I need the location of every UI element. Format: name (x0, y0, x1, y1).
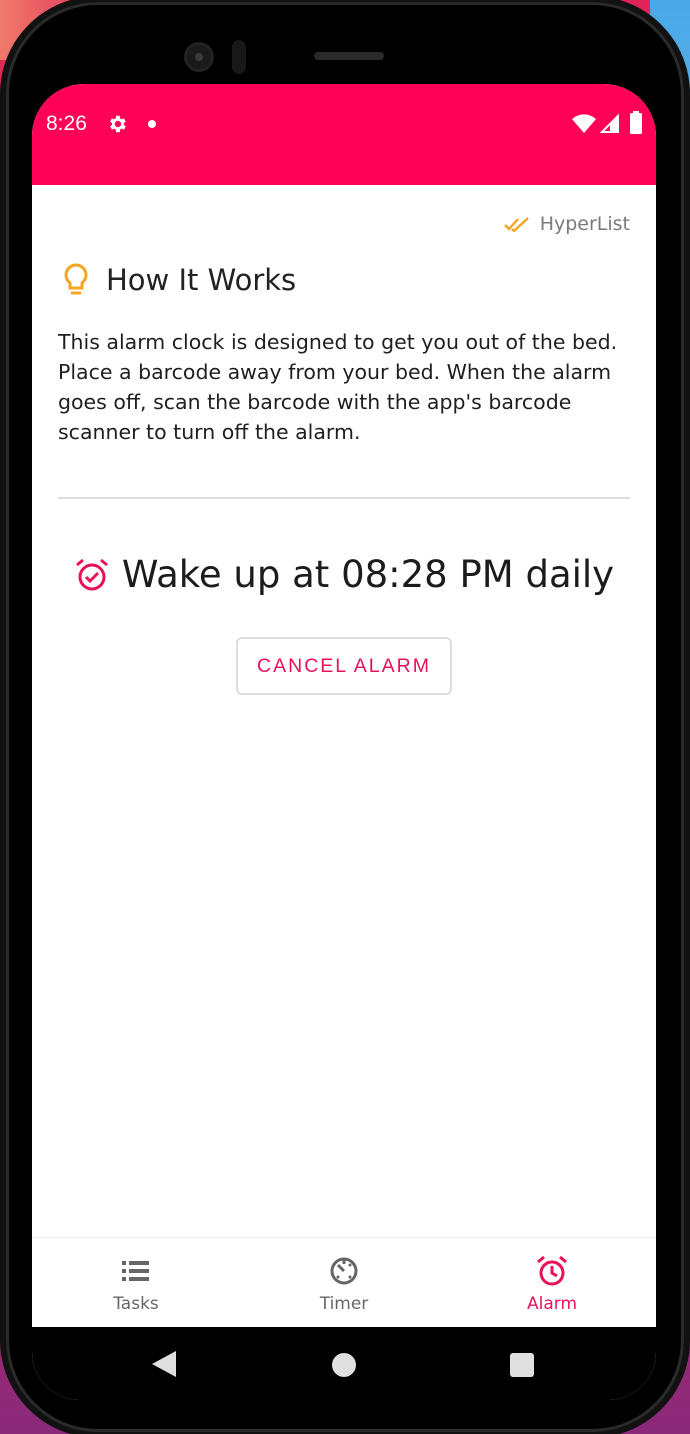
nav-item-timer[interactable]: Timer (240, 1238, 448, 1327)
alarm-screen-content: HyperList How It Works This alarm clock … (32, 185, 656, 1237)
alarm-time-text: Wake up at 08:28 PM daily (121, 553, 615, 596)
settings-gear-icon (110, 115, 126, 133)
nav-label-tasks: Tasks (113, 1294, 159, 1314)
alarm-icon (537, 1255, 567, 1286)
phone-frame: 8:26 HyperList How It Works This alarm c… (6, 2, 684, 1432)
cell-signal-icon (600, 114, 619, 133)
notification-dot-icon (148, 120, 156, 128)
recent-apps-icon[interactable] (510, 1353, 534, 1377)
front-camera (184, 42, 214, 72)
how-it-works-header: How It Works (62, 263, 296, 297)
double-check-icon (503, 217, 529, 232)
bottom-navigation: Tasks Timer Alarm (32, 1237, 656, 1327)
battery-icon (630, 111, 642, 134)
nav-item-alarm[interactable]: Alarm (448, 1238, 656, 1327)
brand-badge: HyperList (503, 213, 630, 235)
back-icon[interactable] (152, 1351, 176, 1377)
nav-item-tasks[interactable]: Tasks (32, 1238, 240, 1327)
nav-label-alarm: Alarm (526, 1294, 578, 1314)
cancel-alarm-button[interactable]: CANCEL ALARM (236, 637, 452, 695)
nav-label-timer: Timer (319, 1294, 369, 1314)
proximity-sensor (232, 40, 246, 74)
list-icon (122, 1261, 149, 1281)
timer-icon (330, 1257, 358, 1285)
status-bar: 8:26 (32, 84, 656, 185)
wifi-icon (572, 114, 596, 133)
earpiece-speaker (314, 52, 384, 60)
lightbulb-icon (64, 263, 88, 295)
section-divider (58, 497, 630, 499)
how-it-works-description: This alarm clock is designed to get you … (58, 330, 618, 444)
status-time: 8:26 (46, 112, 87, 135)
system-navigation-bar (32, 1327, 656, 1400)
home-icon[interactable] (332, 1353, 356, 1377)
alarm-summary: Wake up at 08:28 PM daily (32, 553, 656, 596)
alarm-check-icon (75, 558, 108, 590)
screen: 8:26 HyperList How It Works This alarm c… (32, 84, 656, 1400)
how-it-works-title: How It Works (106, 263, 297, 297)
brand-name: HyperList (539, 213, 630, 235)
